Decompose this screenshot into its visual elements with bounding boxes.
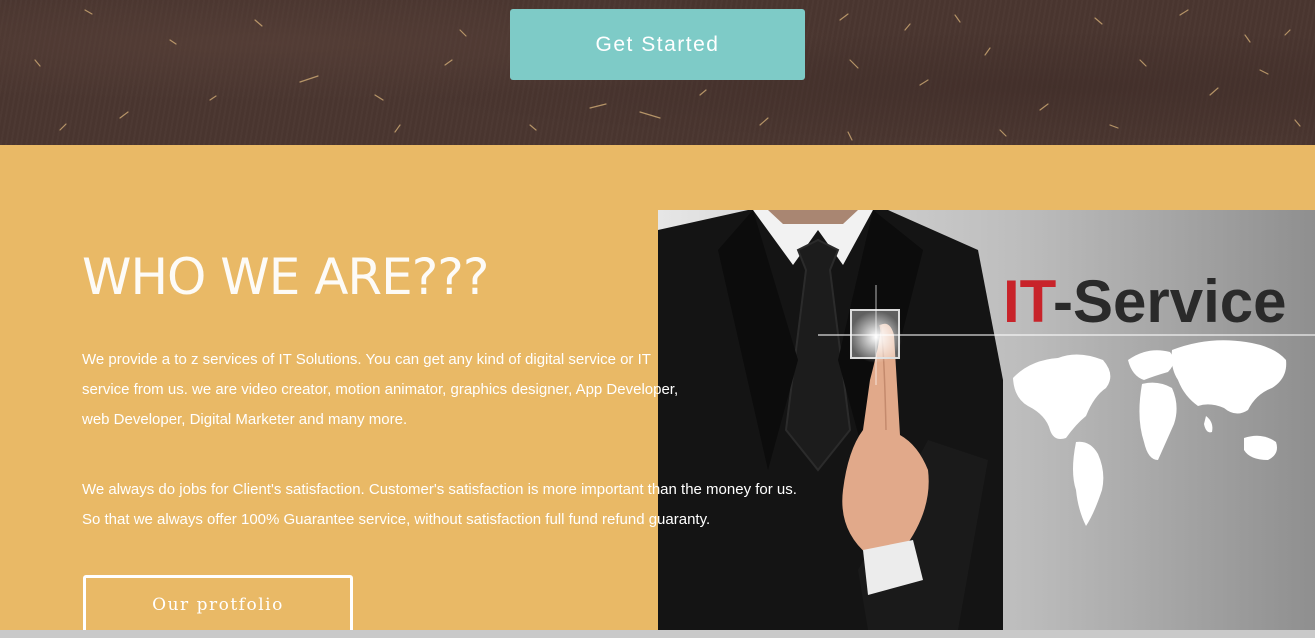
- svg-text:IT-Service: IT-Service: [1003, 268, 1287, 335]
- it-service-image: IT-Service: [658, 210, 1315, 630]
- it-service-title-prefix: IT: [1003, 268, 1056, 335]
- section-divider: [0, 630, 1315, 638]
- about-section: IT-Service WHO WE ARE??? We provide a to…: [0, 145, 1315, 635]
- about-paragraph-1: We provide a to z services of IT Solutio…: [82, 351, 679, 428]
- get-started-button[interactable]: Get Started: [510, 9, 805, 80]
- businessman-touch-world-map-icon: IT-Service: [658, 210, 1315, 630]
- section-heading: WHO WE ARE???: [82, 248, 489, 306]
- our-portfolio-button[interactable]: Our protfolio: [83, 575, 353, 635]
- hero-banner: Get Started: [0, 0, 1315, 145]
- it-service-title-suffix: -Service: [1053, 268, 1287, 335]
- about-paragraph-2: We always do jobs for Client's satisfact…: [82, 481, 797, 528]
